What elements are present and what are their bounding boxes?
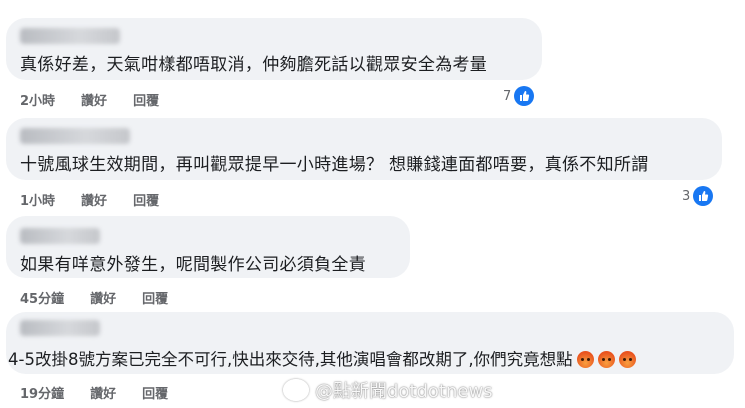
watermark-text: @點新聞dotdotnews [315,381,493,402]
weibo-icon [283,379,309,401]
angry-icon [576,351,594,368]
like-button[interactable]: 讚好 [90,387,116,402]
comment-time[interactable]: 45分鐘 [20,292,64,307]
like-button[interactable]: 讚好 [81,94,107,109]
comment-text: 十號風球生效期間，再叫觀眾提早一小時進場？ 想賺錢連面都唔要，真係不知所謂 [20,155,649,175]
comment-time[interactable]: 19分鐘 [20,387,64,402]
angry-icon [597,351,615,368]
reply-button[interactable]: 回覆 [133,194,159,209]
comment-meta: 2小時 讚好 回覆 [20,90,185,109]
author-name-blurred[interactable] [20,28,120,44]
comment-meta: 1小時 讚好 回覆 [20,190,185,209]
reply-button[interactable]: 回覆 [142,292,168,307]
comment-bubble: 真係好差，天氣咁樣都唔取消，仲夠膽死話以觀眾安全為考量 [6,18,542,80]
comment-time[interactable]: 1小時 [20,194,55,209]
comment-bubble: 4-5改掛8號方案已完全不可行,快出來交待,其他演唱會都改期了,你們究竟想點 [6,312,734,374]
comment-bubble: 十號風球生效期間，再叫觀眾提早一小時進場？ 想賺錢連面都唔要，真係不知所謂 [6,118,722,180]
comment-text-content: 4-5改掛8號方案已完全不可行,快出來交待,其他演唱會都改期了,你們究竟想點 [8,350,573,369]
reaction-count[interactable]: 7 [503,86,535,106]
angry-icon [618,351,636,368]
like-button[interactable]: 讚好 [90,292,116,307]
comment-bubble: 如果有咩意外發生，呢間製作公司必須負全責 [6,216,410,278]
reply-button[interactable]: 回覆 [133,94,159,109]
like-icon [514,86,535,106]
comment-text: 真係好差，天氣咁樣都唔取消，仲夠膽死話以觀眾安全為考量 [20,55,488,75]
reaction-number: 3 [682,188,691,204]
comment-text: 4-5改掛8號方案已完全不可行,快出來交待,其他演唱會都改期了,你們究竟想點 [8,346,636,370]
comment-time[interactable]: 2小時 [20,94,55,109]
reaction-count[interactable]: 3 [682,186,714,206]
reply-button[interactable]: 回覆 [142,387,168,402]
comment-text: 如果有咩意外發生，呢間製作公司必須負全責 [20,255,366,275]
like-button[interactable]: 讚好 [81,194,107,209]
comment-meta: 45分鐘 讚好 回覆 [20,288,194,307]
author-name-blurred[interactable] [20,320,100,336]
comment-meta: 19分鐘 讚好 回覆 [20,383,194,402]
author-name-blurred[interactable] [20,228,100,244]
watermark: @點新聞dotdotnews [283,377,493,403]
reaction-number: 7 [503,88,512,104]
author-name-blurred[interactable] [20,128,130,144]
like-icon [693,186,714,206]
